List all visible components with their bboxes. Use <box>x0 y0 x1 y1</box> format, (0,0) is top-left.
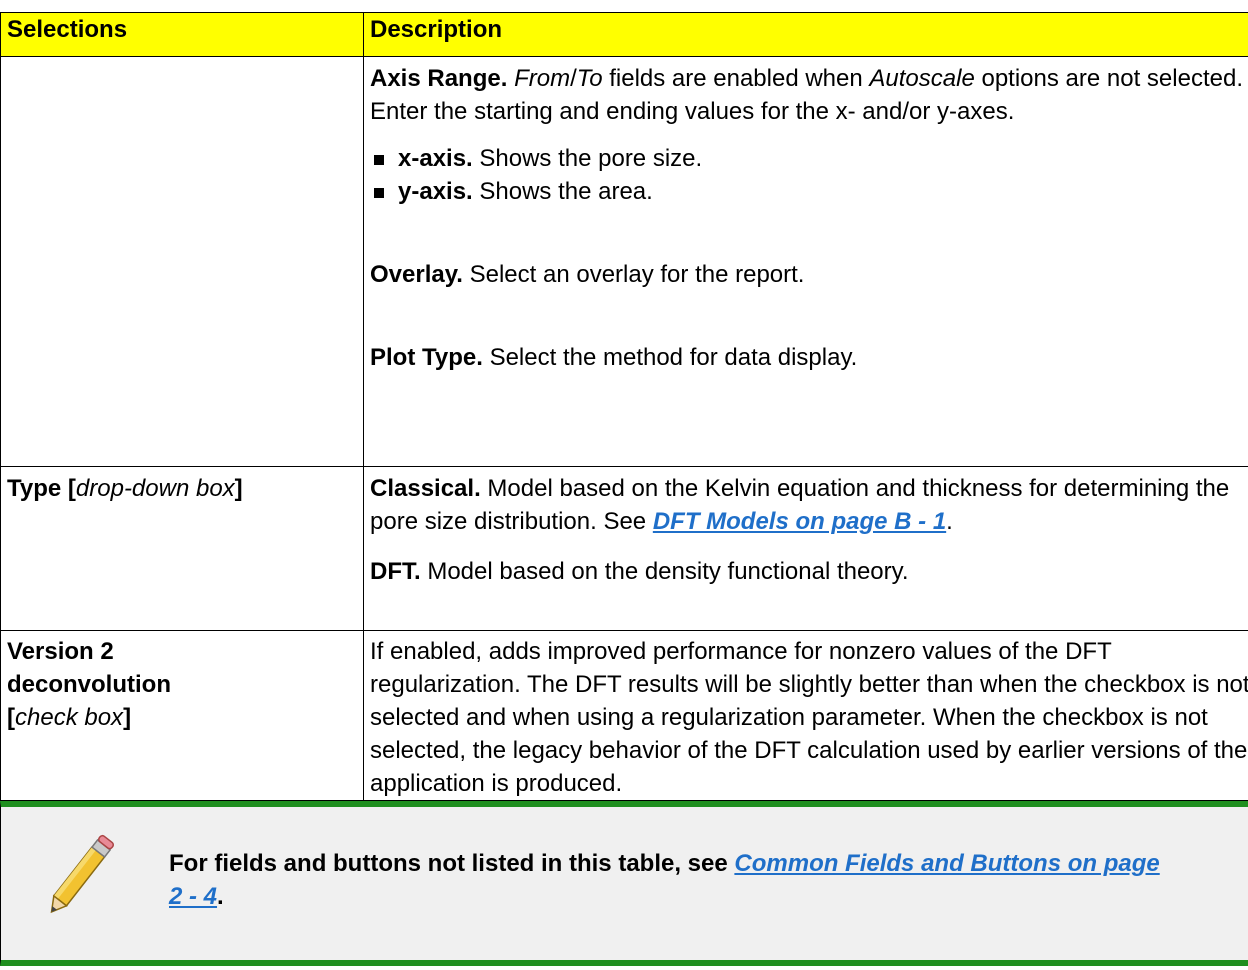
classical-paragraph: Classical. Model based on the Kelvin equ… <box>370 472 1248 538</box>
table-row: Axis Range. From/To fields are enabled w… <box>0 56 1248 467</box>
description-cell: Classical. Model based on the Kelvin equ… <box>363 466 1248 631</box>
axis-bullet-list: x-axis. Shows the pore size. y-axis. Sho… <box>370 142 1248 208</box>
overlay-text: Select an overlay for the report. <box>462 261 805 288</box>
list-item: y-axis. Shows the area. <box>370 175 1248 208</box>
dft-models-link[interactable]: DFT Models on page B - 1 <box>653 508 946 535</box>
selection-cell-type: Type [drop-down box] <box>0 466 364 631</box>
version2-line3: [check box] <box>7 701 357 734</box>
page-top-cut-text <box>0 0 1248 12</box>
slash: / <box>570 65 577 92</box>
axis-range-title: Axis Range. <box>370 65 508 92</box>
type-control-kind: drop-down box <box>75 475 235 502</box>
dft-paragraph: DFT. Model based on the density function… <box>370 555 1248 588</box>
note-lead: For fields and buttons not listed in thi… <box>169 850 735 877</box>
selections-table: Selections Description Axis Range. From/… <box>0 12 1248 801</box>
axis-range-paragraph: Axis Range. From/To fields are enabled w… <box>370 62 1248 128</box>
table-row: Version 2 deconvolution [check box] If e… <box>0 630 1248 801</box>
table-row: Type [drop-down box] Classical. Model ba… <box>0 466 1248 631</box>
table-header-row: Selections Description <box>0 12 1248 57</box>
bracket-close: ] <box>123 704 132 731</box>
axis-mid-text: fields are enabled when <box>602 65 870 92</box>
type-label-end: ] <box>234 475 243 502</box>
overlay-title: Overlay. <box>370 261 463 288</box>
note-text: For fields and buttons not listed in thi… <box>169 847 1169 913</box>
bracket-open: [ <box>7 704 15 731</box>
plot-type-paragraph: Plot Type. Select the method for data di… <box>370 341 1248 374</box>
selection-cell-empty <box>0 56 364 467</box>
pencil-icon <box>50 834 115 914</box>
header-description: Description <box>363 12 1248 57</box>
x-axis-label: x-axis. <box>398 145 473 172</box>
autoscale-term: Autoscale <box>869 65 975 92</box>
version2-line1: Version 2 <box>7 638 114 665</box>
list-item: x-axis. Shows the pore size. <box>370 142 1248 175</box>
header-selections: Selections <box>0 12 364 57</box>
type-label: Type [ <box>7 475 76 502</box>
note-end: . <box>217 883 224 910</box>
plot-type-text: Select the method for data display. <box>482 344 858 371</box>
selection-cell-version2: Version 2 deconvolution [check box] <box>0 630 364 801</box>
y-axis-label: y-axis. <box>398 178 473 205</box>
from-term: From <box>514 65 571 92</box>
note-box: For fields and buttons not listed in thi… <box>0 801 1248 966</box>
to-term: To <box>576 65 603 92</box>
plot-type-title: Plot Type. <box>370 344 483 371</box>
description-cell: Axis Range. From/To fields are enabled w… <box>363 56 1248 467</box>
overlay-paragraph: Overlay. Select an overlay for the repor… <box>370 258 1248 291</box>
version2-line2: deconvolution <box>7 671 171 698</box>
y-axis-text: Shows the area. <box>472 178 653 205</box>
classical-end: . <box>946 508 953 535</box>
version2-control-kind: check box <box>15 704 124 731</box>
dft-text: Model based on the density functional th… <box>420 558 909 585</box>
x-axis-text: Shows the pore size. <box>472 145 703 172</box>
classical-title: Classical. <box>370 475 481 502</box>
description-cell: If enabled, adds improved performance fo… <box>363 630 1248 801</box>
dft-title: DFT. <box>370 558 421 585</box>
